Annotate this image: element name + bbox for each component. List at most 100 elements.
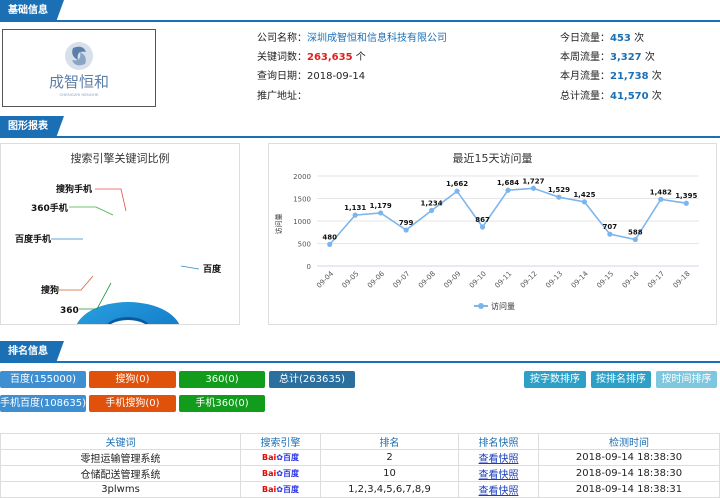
filter-360-button[interactable]: 360(0) bbox=[179, 371, 265, 388]
data-point[interactable] bbox=[378, 210, 384, 216]
company-logo: 成智恒和 CHENGZHI HENGHE bbox=[2, 29, 156, 107]
section-basic-title: 基础信息 bbox=[0, 0, 64, 22]
x-tick-label: 09-16 bbox=[621, 269, 641, 289]
section-ranking-title: 排名信息 bbox=[0, 341, 64, 363]
ranking-table: 关键词 搜索引擎 排名 排名快照 检测时间 零担运输管理系统 Bai✿百度 2 … bbox=[0, 433, 720, 498]
snapshot-link[interactable]: 查看快照 bbox=[479, 454, 519, 465]
x-tick-label: 09-15 bbox=[595, 270, 615, 290]
data-point[interactable] bbox=[581, 199, 587, 205]
filter-sogou-button[interactable]: 搜狗(0) bbox=[89, 371, 176, 388]
cell-keyword: 3plwms bbox=[0, 481, 241, 498]
snapshot-link[interactable]: 查看快照 bbox=[479, 486, 519, 497]
cell-snapshot: 查看快照 bbox=[458, 449, 539, 466]
traffic-value: 41,570 bbox=[610, 91, 649, 102]
data-point[interactable] bbox=[683, 200, 689, 206]
query-date-row: 查询日期：2018-09-14 bbox=[257, 70, 365, 84]
data-point[interactable] bbox=[607, 231, 613, 237]
data-label: 480 bbox=[322, 233, 337, 241]
line-chart: 访问量 0 500 1000 1500 2000 09-04 09-05 09-06 09-07… bbox=[274, 173, 699, 311]
data-point[interactable] bbox=[429, 207, 435, 214]
cell-keyword: 零担运输管理系统 bbox=[0, 449, 241, 466]
baidu-logo-icon: Bai✿百度 bbox=[262, 453, 299, 462]
baidu-logo-icon: Bai✿百度 bbox=[262, 469, 299, 478]
data-label: 1,425 bbox=[573, 191, 595, 199]
traffic-month-row: 本月流量：21,738 次 bbox=[560, 70, 662, 84]
company-name-link[interactable]: 深圳成智恒和信息科技有限公司 bbox=[307, 33, 447, 44]
legend-label[interactable]: 访问量 bbox=[491, 301, 515, 311]
filter-mobile-360-button[interactable]: 手机360(0) bbox=[179, 395, 265, 412]
cell-engine: Bai✿百度 bbox=[240, 481, 321, 498]
cell-snapshot: 查看快照 bbox=[458, 481, 539, 498]
sort-by-rank-button[interactable]: 按排名排序 bbox=[591, 371, 651, 388]
keyword-count-unit: 个 bbox=[355, 52, 366, 63]
snapshot-link[interactable]: 查看快照 bbox=[479, 470, 519, 481]
pie-leader-line bbox=[69, 206, 114, 216]
col-rank[interactable]: 排名 bbox=[320, 433, 459, 450]
keyword-count-row: 关键词数：263,635 个 bbox=[257, 51, 366, 65]
pie-label-sogou-mobile: 搜狗手机 bbox=[56, 183, 92, 195]
x-tick-label: 09-14 bbox=[570, 269, 590, 289]
line-chart-panel: 最近15天访问量 访问量 0 500 1000 1500 2000 09-04 09-05 0… bbox=[268, 143, 717, 325]
sort-by-length-button[interactable]: 按字数排序 bbox=[524, 371, 586, 388]
table-row: 零担运输管理系统 Bai✿百度 2 查看快照 2018-09-14 18:38:… bbox=[0, 449, 720, 466]
x-tick-label: 09-12 bbox=[519, 270, 539, 290]
traffic-total-row: 总计流量：41,570 次 bbox=[560, 90, 662, 104]
data-point[interactable] bbox=[454, 188, 460, 194]
data-label: 1,482 bbox=[650, 188, 672, 196]
data-point[interactable] bbox=[632, 236, 638, 243]
traffic-value: 3,327 bbox=[610, 52, 642, 63]
sort-by-time-button[interactable]: 按时间排序 bbox=[656, 371, 717, 388]
pie-chart: 搜狗手机 360手机 百度手机 搜狗 360 百度 bbox=[15, 183, 222, 324]
pie-label-baidu-mobile: 百度手机 bbox=[15, 233, 51, 245]
cell-engine: Bai✿百度 bbox=[240, 465, 321, 482]
data-point[interactable] bbox=[556, 194, 562, 200]
traffic-value: 21,738 bbox=[610, 71, 649, 82]
data-point[interactable] bbox=[403, 227, 409, 233]
filter-baidu-button[interactable]: 百度(155000) bbox=[0, 371, 86, 388]
section-ranking-header: 排名信息 bbox=[0, 341, 720, 363]
data-point[interactable] bbox=[327, 241, 333, 247]
query-date-label: 查询日期： bbox=[257, 71, 307, 82]
table-row: 仓储配送管理系统 Bai✿百度 10 查看快照 2018-09-14 18:38… bbox=[0, 465, 720, 482]
data-point[interactable] bbox=[479, 224, 486, 230]
col-engine[interactable]: 搜索引擎 bbox=[240, 433, 321, 450]
data-label: 1,234 bbox=[421, 199, 443, 207]
cell-rank: 10 bbox=[320, 465, 459, 482]
data-point[interactable] bbox=[352, 212, 358, 218]
data-point[interactable] bbox=[658, 196, 664, 202]
x-tick-label: 09-18 bbox=[672, 270, 692, 290]
filter-mobile-sogou-button[interactable]: 手机搜狗(0) bbox=[89, 395, 176, 412]
pie-label-360-mobile: 360手机 bbox=[31, 202, 68, 214]
filter-total-button[interactable]: 总计(263635) bbox=[269, 371, 355, 388]
traffic-unit: 次 bbox=[644, 52, 655, 63]
logo-subtext: CHENGZHI HENGHE bbox=[59, 92, 98, 97]
data-point[interactable] bbox=[505, 187, 511, 193]
x-tick-label: 09-13 bbox=[544, 270, 564, 290]
x-tick-label: 09-11 bbox=[493, 270, 513, 290]
pie-chart-panel: 搜索引擎关键词比例 搜狗手机 360手机 百度手机 搜狗 360 百度 bbox=[0, 143, 240, 325]
traffic-label: 本周流量： bbox=[560, 52, 610, 63]
y-tick-label: 0 bbox=[307, 263, 311, 271]
logo-text: 成智恒和 bbox=[49, 73, 109, 91]
cell-rank: 2 bbox=[320, 449, 459, 466]
x-tick-label: 09-05 bbox=[341, 270, 361, 290]
x-tick-label: 09-17 bbox=[646, 270, 666, 290]
data-point[interactable] bbox=[530, 185, 537, 191]
cell-time: 2018-09-14 18:38:30 bbox=[538, 465, 720, 482]
x-tick-label: 09-10 bbox=[468, 270, 488, 290]
data-label: 588 bbox=[628, 229, 643, 237]
table-row: 3plwms Bai✿百度 1,2,3,4,5,6,7,8,9 查看快照 201… bbox=[0, 481, 720, 498]
promo-address-label: 推广地址： bbox=[257, 91, 307, 102]
company-name-label: 公司名称： bbox=[257, 33, 307, 44]
data-label: 799 bbox=[399, 219, 414, 227]
data-label: 707 bbox=[603, 223, 618, 231]
traffic-label: 总计流量： bbox=[560, 91, 610, 102]
filter-mobile-baidu-button[interactable]: 手机百度(108635) bbox=[0, 395, 86, 412]
cell-time: 2018-09-14 18:38:31 bbox=[538, 481, 720, 498]
col-snapshot[interactable]: 排名快照 bbox=[458, 433, 539, 450]
data-label: 1,684 bbox=[497, 179, 519, 187]
data-label: 1,662 bbox=[446, 180, 468, 188]
col-keyword[interactable]: 关键词 bbox=[0, 433, 241, 450]
baidu-logo-icon: Bai✿百度 bbox=[262, 485, 299, 494]
col-time[interactable]: 检测时间 bbox=[538, 433, 720, 450]
